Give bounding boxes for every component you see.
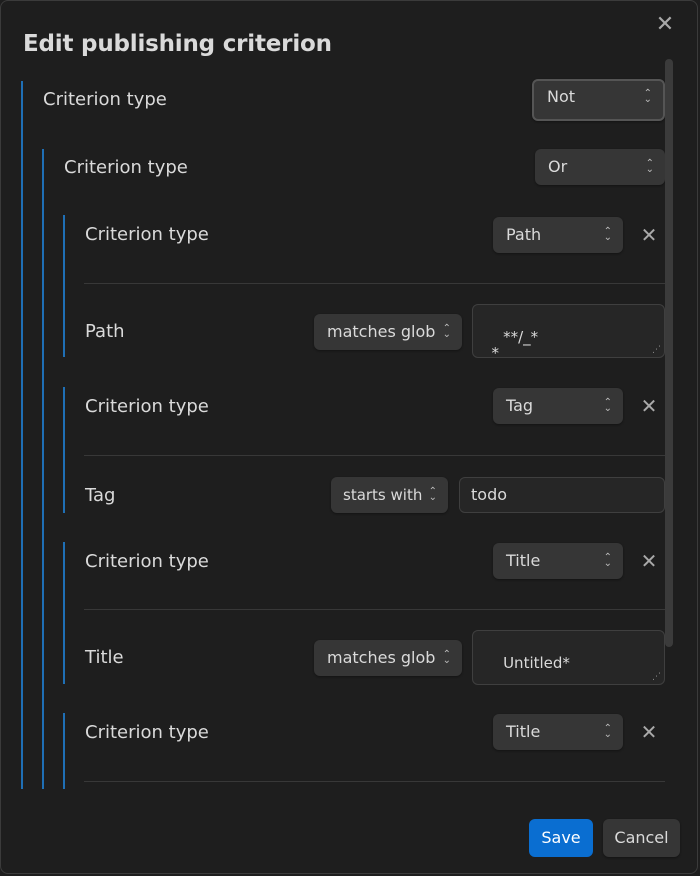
save-button[interactable]: Save — [529, 819, 593, 857]
textarea-value: Untitled* — [503, 654, 570, 672]
scrollbar-thumb[interactable] — [665, 59, 673, 647]
divider — [84, 283, 665, 284]
title-field-label: Title — [85, 647, 124, 668]
path-criterion-type-label: Criterion type — [85, 224, 209, 245]
chevron-updown-icon: ⌃ ⌄ — [442, 323, 451, 340]
chevron-updown-icon: ⌃ ⌄ — [603, 226, 612, 243]
nest-line-root — [21, 81, 23, 789]
tag-field-label: Tag — [85, 485, 116, 506]
nest-line-title-2 — [63, 713, 65, 789]
chevron-updown-icon: ⌃ ⌄ — [645, 158, 654, 175]
remove-criterion-close-icon[interactable]: ✕ — [637, 720, 661, 744]
chevron-updown-icon: ⌃ ⌄ — [442, 649, 451, 666]
tag-criterion-type-label: Criterion type — [85, 396, 209, 417]
path-criterion-type-select[interactable]: Path ⌃ ⌄ — [493, 217, 623, 253]
dialog-title: Edit publishing criterion — [23, 31, 332, 57]
title-operator-select[interactable]: matches glob ⌃ ⌄ — [314, 640, 462, 676]
edit-criterion-dialog: ✕ Edit publishing criterion Criterion ty… — [0, 0, 698, 874]
selected-value: Title — [506, 551, 541, 570]
selected-value: matches glob — [327, 322, 436, 341]
selected-value: Title — [506, 722, 541, 741]
path-field-label: Path — [85, 321, 125, 342]
or-criterion-type-label: Criterion type — [64, 157, 188, 178]
path-operator-select[interactable]: matches glob ⌃ ⌄ — [314, 314, 462, 350]
chevron-updown-icon: ⌃ ⌄ — [643, 88, 652, 105]
selected-value: matches glob — [327, 648, 436, 667]
resize-grip-icon[interactable]: ⋰ — [652, 346, 661, 355]
nest-line-or — [42, 149, 44, 789]
tag-criterion-type-select[interactable]: Tag ⌃ ⌄ — [493, 388, 623, 424]
chevron-updown-icon: ⌃ ⌄ — [603, 723, 612, 740]
tag-operator-select[interactable]: starts with ⌃ ⌄ — [331, 477, 448, 513]
nest-line-title — [63, 542, 65, 684]
title-2-criterion-type-select[interactable]: Title ⌃ ⌄ — [493, 714, 623, 750]
divider — [84, 455, 665, 456]
selected-value: Or — [548, 157, 568, 176]
chevron-updown-icon: ⌃ ⌄ — [603, 552, 612, 569]
title-2-criterion-type-label: Criterion type — [85, 722, 209, 743]
selected-value: starts with — [343, 486, 423, 504]
root-criterion-type-select[interactable]: Not ⌃ ⌄ — [532, 79, 665, 121]
title-value-textarea[interactable]: Untitled* ⋰ — [472, 630, 665, 685]
nest-line-path — [63, 215, 65, 357]
nest-line-tag — [63, 387, 65, 513]
path-value-textarea[interactable]: **/_* _* ⋰ — [472, 304, 665, 358]
cancel-button[interactable]: Cancel — [603, 819, 680, 857]
selected-value: Path — [506, 225, 542, 244]
selected-value: Tag — [506, 396, 534, 415]
title-criterion-type-select[interactable]: Title ⌃ ⌄ — [493, 543, 623, 579]
remove-criterion-close-icon[interactable]: ✕ — [637, 223, 661, 247]
chevron-updown-icon: ⌃ ⌄ — [428, 486, 437, 503]
chevron-updown-icon: ⌃ ⌄ — [603, 397, 612, 414]
textarea-value: **/_* _* — [484, 328, 539, 358]
remove-criterion-close-icon[interactable]: ✕ — [637, 394, 661, 418]
or-criterion-type-select[interactable]: Or ⌃ ⌄ — [535, 149, 665, 185]
resize-grip-icon[interactable]: ⋰ — [652, 673, 661, 682]
root-criterion-type-label: Criterion type — [43, 89, 167, 110]
selected-value: Not — [547, 87, 576, 106]
divider — [84, 609, 665, 610]
tag-value-input[interactable]: todo — [459, 477, 665, 513]
title-criterion-type-label: Criterion type — [85, 551, 209, 572]
divider — [84, 781, 665, 782]
close-icon[interactable]: ✕ — [653, 13, 677, 37]
remove-criterion-close-icon[interactable]: ✕ — [637, 549, 661, 573]
